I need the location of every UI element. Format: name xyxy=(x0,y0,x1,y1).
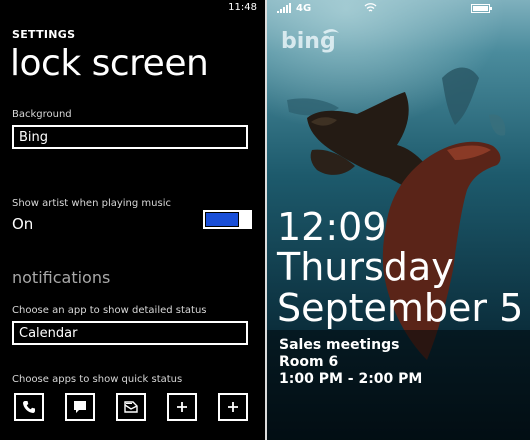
event-title: Sales meetings xyxy=(279,337,400,353)
phone-icon xyxy=(23,401,35,413)
bing-logo: bing xyxy=(281,29,339,54)
battery-icon xyxy=(471,4,493,16)
status-time: 11:48 xyxy=(228,2,257,13)
detailed-status-picker[interactable]: Calendar xyxy=(12,321,248,345)
background-label: Background xyxy=(12,109,72,120)
event-time: 1:00 PM - 2:00 PM xyxy=(279,371,423,387)
settings-page: 11:48 SETTINGS lock screen Background Bi… xyxy=(0,0,265,440)
page-title: lock screen xyxy=(10,43,209,84)
wifi-icon xyxy=(364,2,377,16)
lock-screen-preview: 4G bing 12:09 Thursday September 5 Sales… xyxy=(267,0,530,440)
toggle-fill xyxy=(206,213,238,226)
lock-date: September 5 xyxy=(277,286,524,330)
show-artist-toggle[interactable] xyxy=(203,210,252,229)
add-icon xyxy=(228,402,238,412)
add-icon xyxy=(177,402,187,412)
quick-status-slot-add-2[interactable] xyxy=(218,393,248,421)
network-indicator: 4G xyxy=(296,3,312,14)
quick-status-slot-email[interactable] xyxy=(116,393,146,421)
quick-status-slot-messaging[interactable] xyxy=(65,393,95,421)
lock-clock: 12:09 xyxy=(277,205,387,249)
quick-status-slot-add-1[interactable] xyxy=(167,393,197,421)
background-picker[interactable]: Bing xyxy=(12,125,248,149)
email-icon xyxy=(124,401,138,413)
breadcrumb: SETTINGS xyxy=(12,28,76,41)
signal-icon xyxy=(277,3,291,16)
notifications-header: notifications xyxy=(12,268,111,287)
quick-status-label: Choose apps to show quick status xyxy=(12,374,183,385)
show-artist-label: Show artist when playing music xyxy=(12,198,171,209)
message-icon xyxy=(74,401,86,413)
event-location: Room 6 xyxy=(279,354,339,370)
svg-text:bing: bing xyxy=(281,29,336,54)
detailed-status-value: Calendar xyxy=(19,326,78,341)
toggle-thumb xyxy=(241,210,252,229)
quick-status-slot-phone[interactable] xyxy=(14,393,44,421)
show-artist-state: On xyxy=(12,215,34,233)
lock-day: Thursday xyxy=(277,245,454,289)
background-value: Bing xyxy=(19,130,49,145)
detailed-status-label: Choose an app to show detailed status xyxy=(12,305,207,316)
